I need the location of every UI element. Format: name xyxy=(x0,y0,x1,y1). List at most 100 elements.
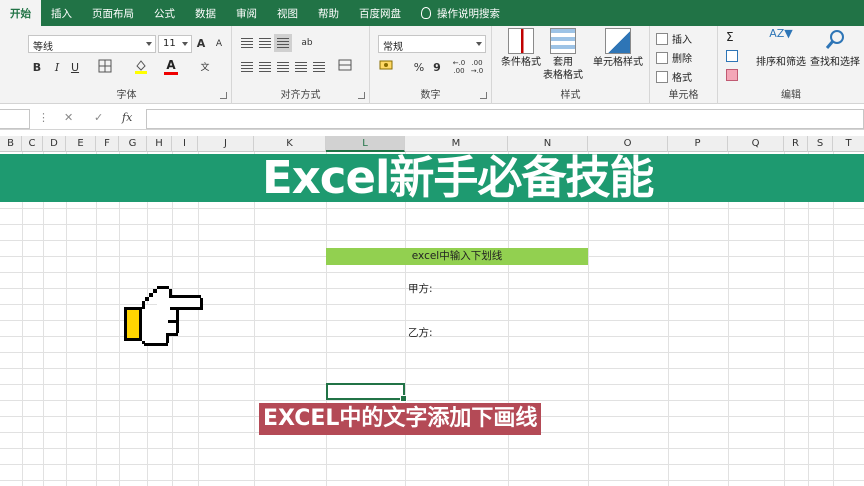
insert-function-button[interactable]: fx xyxy=(122,111,132,124)
column-header-s[interactable]: S xyxy=(808,136,833,152)
bold-button[interactable]: B xyxy=(28,59,46,77)
column-header-p[interactable]: P xyxy=(668,136,728,152)
column-header-d[interactable]: D xyxy=(43,136,66,152)
autosum-button[interactable]: Σ xyxy=(726,30,734,44)
increase-indent-icon[interactable] xyxy=(310,58,328,76)
conditional-formatting-label: 条件格式 xyxy=(501,57,541,68)
delete-cells-label: 删除 xyxy=(672,54,692,65)
cell-styles-label: 单元格样式 xyxy=(593,57,643,68)
align-middle-icon[interactable] xyxy=(256,34,274,52)
column-header-n[interactable]: N xyxy=(508,136,588,152)
column-header-l[interactable]: L xyxy=(326,136,405,152)
font-color-icon[interactable]: A xyxy=(162,59,180,77)
format-cells-button[interactable]: 格式 xyxy=(656,69,692,84)
column-header-j[interactable]: J xyxy=(198,136,254,152)
column-header-f[interactable]: F xyxy=(96,136,119,152)
tell-me-search[interactable]: 操作说明搜索 xyxy=(411,0,510,26)
formula-input[interactable] xyxy=(146,109,864,129)
chevron-down-icon xyxy=(146,42,152,46)
column-header-e[interactable]: E xyxy=(66,136,96,152)
tab-review[interactable]: 审阅 xyxy=(226,0,267,26)
number-format-select[interactable]: 常规 xyxy=(378,35,486,53)
grid-line xyxy=(96,152,97,486)
party-b-cell[interactable]: 乙方: xyxy=(408,325,433,340)
orientation-icon[interactable]: ab xyxy=(298,34,316,52)
format-cells-icon xyxy=(656,70,668,83)
align-top-icon[interactable] xyxy=(238,34,256,52)
align-left-icon[interactable] xyxy=(238,58,256,76)
column-header-o[interactable]: O xyxy=(588,136,668,152)
name-box[interactable] xyxy=(0,109,30,129)
sort-filter-button[interactable]: AZ▼ 排序和筛选 xyxy=(752,28,810,69)
underline-button[interactable]: U xyxy=(66,59,84,77)
column-header-g[interactable]: G xyxy=(119,136,147,152)
column-header-q[interactable]: Q xyxy=(728,136,784,152)
column-header-b[interactable]: B xyxy=(0,136,22,152)
align-bottom-icon[interactable] xyxy=(274,34,292,52)
borders-icon[interactable] xyxy=(96,59,114,77)
confirm-icon[interactable]: ✓ xyxy=(94,111,103,124)
format-as-table-label-1: 套用 xyxy=(553,57,573,68)
party-a-cell[interactable]: 甲方: xyxy=(408,281,433,296)
decrease-decimal-icon[interactable]: .00 →.0 xyxy=(468,59,486,77)
increase-decimal-icon[interactable]: ←.0.00 xyxy=(450,59,468,77)
active-cell-selection[interactable] xyxy=(326,383,407,402)
cancel-icon[interactable]: ✕ xyxy=(64,111,73,124)
delete-cells-icon xyxy=(656,51,668,64)
column-header-r[interactable]: R xyxy=(784,136,808,152)
tab-help[interactable]: 帮助 xyxy=(308,0,349,26)
sort-filter-icon: AZ▼ xyxy=(769,27,793,40)
align-right-icon[interactable] xyxy=(274,58,292,76)
comma-style-button[interactable]: 9 xyxy=(428,59,446,77)
dialog-launcher-icon[interactable] xyxy=(358,92,365,99)
column-header-m[interactable]: M xyxy=(405,136,508,152)
align-center-icon[interactable] xyxy=(256,58,274,76)
grid-line xyxy=(254,152,255,486)
tab-insert[interactable]: 插入 xyxy=(41,0,82,26)
font-name-select[interactable]: 等线 xyxy=(28,35,156,53)
insert-cells-icon xyxy=(656,32,668,45)
merge-center-icon[interactable] xyxy=(336,58,354,76)
tab-baidu-netdisk[interactable]: 百度网盘 xyxy=(349,0,411,26)
shrink-font-button[interactable]: A xyxy=(210,35,228,53)
column-header-c[interactable]: C xyxy=(22,136,43,152)
format-as-table-button[interactable]: 套用 表格格式 xyxy=(538,28,588,82)
format-as-table-icon xyxy=(550,28,576,54)
grow-font-button[interactable]: A xyxy=(192,35,210,53)
video-caption: EXCEL中的文字添加下画线 xyxy=(259,403,542,435)
magnifier-icon xyxy=(822,28,848,54)
tab-home[interactable]: 开始 xyxy=(0,0,41,26)
lightbulb-icon xyxy=(421,7,431,19)
dialog-launcher-icon[interactable] xyxy=(480,92,487,99)
insert-cells-button[interactable]: 插入 xyxy=(656,31,692,46)
column-header-i[interactable]: I xyxy=(172,136,198,152)
alignment-group: ab 对齐方式 xyxy=(232,26,370,104)
number-group-label: 数字 xyxy=(420,90,441,101)
dialog-launcher-icon[interactable] xyxy=(220,92,227,99)
tab-view[interactable]: 视图 xyxy=(267,0,308,26)
tab-page-layout[interactable]: 页面布局 xyxy=(82,0,144,26)
column-header-t[interactable]: T xyxy=(833,136,864,152)
column-header-h[interactable]: H xyxy=(147,136,172,152)
clear-button[interactable] xyxy=(726,69,742,81)
decrease-indent-icon[interactable] xyxy=(292,58,310,76)
fill-button[interactable] xyxy=(726,50,742,62)
fill-color-icon[interactable] xyxy=(132,59,150,77)
highlighted-cell[interactable]: excel中输入下划线 xyxy=(326,248,588,265)
font-size-select[interactable]: 11 xyxy=(158,35,192,53)
cell-styles-button[interactable]: 单元格样式 xyxy=(590,28,646,69)
find-select-button[interactable]: 查找和选择 xyxy=(808,28,862,69)
column-headers: B C D E F G H I J K L M N O P Q R S T xyxy=(0,136,864,152)
conditional-formatting-icon xyxy=(508,28,534,54)
percent-button[interactable]: % xyxy=(410,59,428,77)
phonetic-icon[interactable]: 文 xyxy=(196,59,214,77)
italic-button[interactable]: I xyxy=(48,59,66,77)
ribbon-tabs: 开始 插入 页面布局 公式 数据 审阅 视图 帮助 百度网盘 操作说明搜索 xyxy=(0,0,864,26)
tab-data[interactable]: 数据 xyxy=(185,0,226,26)
number-group: 常规 % 9 ←.0.00 .00 →.0 数字 xyxy=(370,26,492,104)
tab-formulas[interactable]: 公式 xyxy=(144,0,185,26)
column-header-k[interactable]: K xyxy=(254,136,326,152)
delete-cells-button[interactable]: 删除 xyxy=(656,50,692,65)
currency-icon[interactable] xyxy=(378,59,396,77)
editing-group: Σ AZ▼ 排序和筛选 查找和选择 编辑 xyxy=(718,26,864,104)
